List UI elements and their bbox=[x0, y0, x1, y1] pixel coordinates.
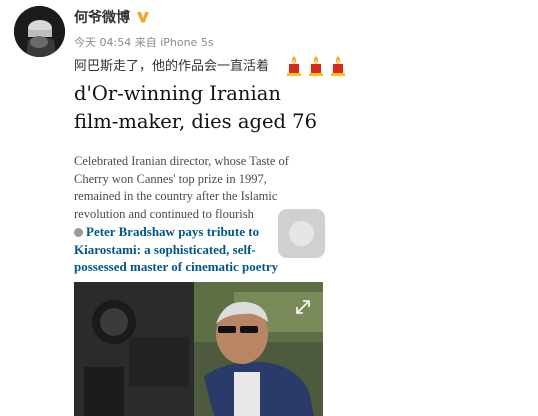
author-name-row: 何爷微博 bbox=[74, 8, 150, 30]
candle-icon bbox=[287, 56, 301, 76]
floating-button-dot bbox=[289, 221, 314, 246]
standfirst-line: Celebrated Iranian director, whose Taste… bbox=[74, 154, 289, 168]
candle-emojis bbox=[287, 56, 345, 76]
floating-assistive-button[interactable] bbox=[278, 209, 325, 258]
post-meta: 今天 04:54 来自 iPhone 5s bbox=[74, 36, 214, 50]
article-headline: d'Or-winning Iranian film-maker, dies ag… bbox=[74, 80, 323, 136]
standfirst-line: Cherry won Cannes' top prize in 1997, bbox=[74, 171, 267, 186]
article-headline-line: d'Or-winning Iranian bbox=[74, 82, 281, 105]
post-source: 来自 iPhone 5s bbox=[134, 36, 214, 49]
avatar-image bbox=[14, 6, 65, 57]
expand-icon[interactable] bbox=[294, 298, 312, 316]
post-text: 阿巴斯走了，他的作品会一直活着 bbox=[74, 59, 270, 74]
author-name[interactable]: 何爷微博 bbox=[74, 10, 130, 26]
avatar[interactable] bbox=[14, 6, 65, 57]
director-photo bbox=[74, 282, 323, 416]
candle-icon bbox=[331, 56, 345, 76]
post-time[interactable]: 今天 04:54 bbox=[74, 36, 131, 49]
candle-icon bbox=[309, 56, 323, 76]
standfirst-line: remained in the country after the Islami… bbox=[74, 189, 278, 203]
article-headline-line: film-maker, dies aged 76 bbox=[74, 110, 317, 133]
verified-badge-icon bbox=[136, 10, 150, 30]
related-link-line: possessed master of cinematic poetry bbox=[74, 259, 279, 274]
